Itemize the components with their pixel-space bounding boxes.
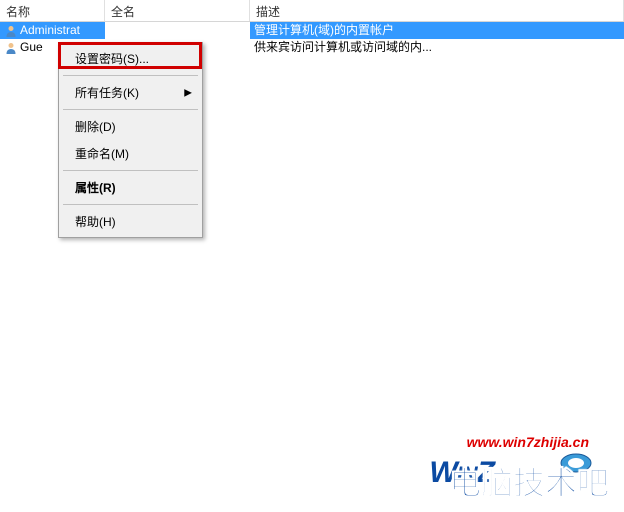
menu-item-delete[interactable]: 删除(D) — [61, 113, 200, 140]
table-row[interactable]: Administrat 管理计算机(域)的内置帐户 — [0, 22, 624, 39]
menu-item-properties[interactable]: 属性(R) — [61, 174, 200, 201]
watermark-url: www.win7zhijia.cn — [467, 434, 589, 450]
logo-text-cn: 电脑技术吧 — [449, 458, 609, 504]
cell-fullname — [105, 22, 250, 39]
menu-separator — [63, 204, 198, 205]
menu-item-label: 所有任务(K) — [75, 86, 139, 100]
cell-desc: 供来宾访问计算机或访问域的内... — [250, 39, 624, 56]
cell-desc: 管理计算机(域)的内置帐户 — [250, 22, 624, 39]
user-name-label: Gue — [20, 39, 43, 56]
menu-separator — [63, 109, 198, 110]
menu-separator — [63, 75, 198, 76]
menu-separator — [63, 170, 198, 171]
cell-name: Administrat — [0, 22, 105, 39]
menu-item-all-tasks[interactable]: 所有任务(K) ▶ — [61, 79, 200, 106]
user-icon — [4, 24, 18, 38]
chevron-right-icon: ▶ — [184, 87, 192, 98]
column-header-desc[interactable]: 描述 — [250, 0, 624, 21]
user-name-label: Administrat — [20, 22, 80, 39]
table-header: 名称 全名 描述 — [0, 0, 624, 22]
menu-item-rename[interactable]: 重命名(M) — [61, 140, 200, 167]
menu-item-set-password[interactable]: 设置密码(S)... — [61, 45, 200, 72]
context-menu: 设置密码(S)... 所有任务(K) ▶ 删除(D) 重命名(M) 属性(R) … — [58, 42, 203, 238]
column-header-fullname[interactable]: 全名 — [105, 0, 250, 21]
column-header-name[interactable]: 名称 — [0, 0, 105, 21]
menu-item-help[interactable]: 帮助(H) — [61, 208, 200, 235]
user-icon — [4, 41, 18, 55]
